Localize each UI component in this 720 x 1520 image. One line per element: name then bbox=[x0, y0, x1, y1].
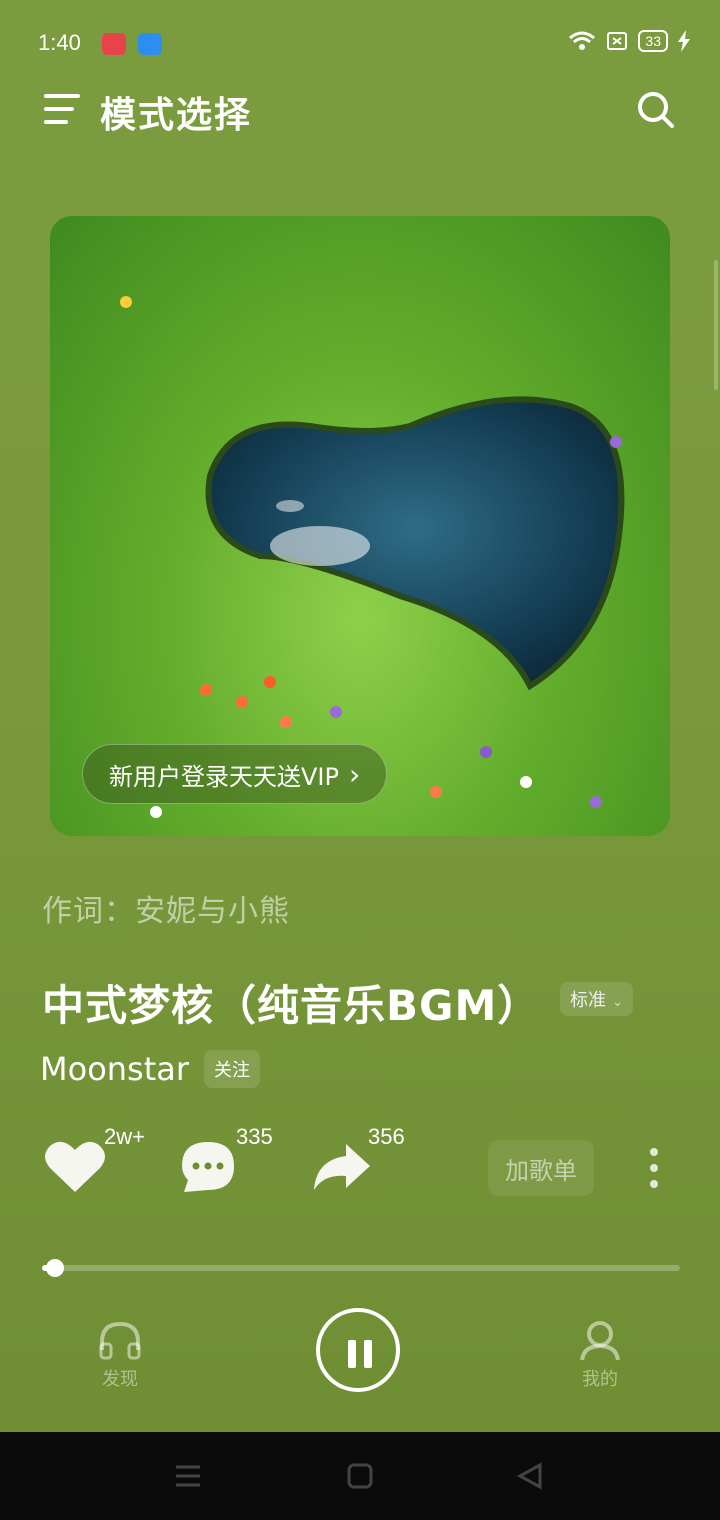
lyricist-credit: 作词：安妮与小熊 bbox=[42, 894, 290, 929]
home-icon[interactable] bbox=[346, 1462, 374, 1490]
menu-icon[interactable] bbox=[44, 94, 82, 130]
share-icon[interactable] bbox=[312, 1142, 372, 1192]
page-title: 模式选择 bbox=[100, 95, 253, 136]
chevron-right-icon: › bbox=[348, 757, 361, 791]
song-title: 中式梦核（纯音乐BGM） bbox=[42, 981, 541, 1030]
file-manager-icon bbox=[138, 33, 162, 55]
pause-button[interactable] bbox=[316, 1308, 400, 1392]
nav-discover[interactable]: 发现 bbox=[80, 1320, 160, 1391]
status-bar: 1:40 33 bbox=[0, 0, 720, 88]
system-navigation-bar bbox=[0, 1432, 720, 1520]
search-icon[interactable] bbox=[636, 90, 676, 130]
vip-promo-text: 新用户登录天天送VIP bbox=[109, 762, 339, 791]
recent-apps-icon[interactable] bbox=[174, 1462, 202, 1490]
user-icon bbox=[580, 1321, 620, 1361]
like-count: 2w+ bbox=[104, 1124, 145, 1149]
nav-discover-label: 发现 bbox=[102, 1369, 138, 1390]
back-icon[interactable] bbox=[516, 1462, 544, 1490]
quality-selector[interactable]: 标准 ⌄ bbox=[560, 982, 634, 1016]
progress-handle[interactable] bbox=[45, 1259, 64, 1277]
scroll-indicator bbox=[714, 260, 718, 390]
album-cover[interactable] bbox=[50, 216, 670, 836]
top-bar: 模式选择 bbox=[0, 84, 720, 140]
comment-count: 335 bbox=[236, 1124, 273, 1149]
status-time: 1:40 bbox=[38, 30, 81, 55]
screen-record-icon bbox=[102, 33, 126, 55]
artist-name[interactable]: Moonstar bbox=[40, 1050, 189, 1088]
chevron-down-icon: ⌄ bbox=[611, 994, 624, 1010]
wifi-icon bbox=[569, 31, 596, 50]
more-options-icon[interactable] bbox=[650, 1148, 662, 1196]
vip-promo-banner[interactable]: 新用户登录天天送VIP › bbox=[82, 744, 388, 804]
action-row: 2w+ 335 356 bbox=[0, 1120, 720, 1210]
heart-pond-illustration bbox=[205, 396, 625, 691]
comment-icon[interactable] bbox=[180, 1140, 236, 1194]
follow-button[interactable]: 关注 bbox=[204, 1050, 260, 1088]
nav-mine[interactable]: 我的 bbox=[560, 1320, 640, 1391]
progress-bar[interactable] bbox=[42, 1259, 680, 1277]
share-count: 356 bbox=[368, 1124, 405, 1149]
headphones-icon bbox=[99, 1321, 141, 1360]
charging-icon bbox=[678, 30, 690, 52]
like-heart-icon[interactable] bbox=[44, 1138, 106, 1194]
quality-label: 标准 bbox=[570, 990, 606, 1011]
sim-icon bbox=[607, 32, 628, 50]
battery-indicator: 33 bbox=[638, 30, 668, 52]
nav-mine-label: 我的 bbox=[582, 1369, 618, 1390]
add-to-playlist-button[interactable]: 加歌单 bbox=[488, 1140, 594, 1196]
